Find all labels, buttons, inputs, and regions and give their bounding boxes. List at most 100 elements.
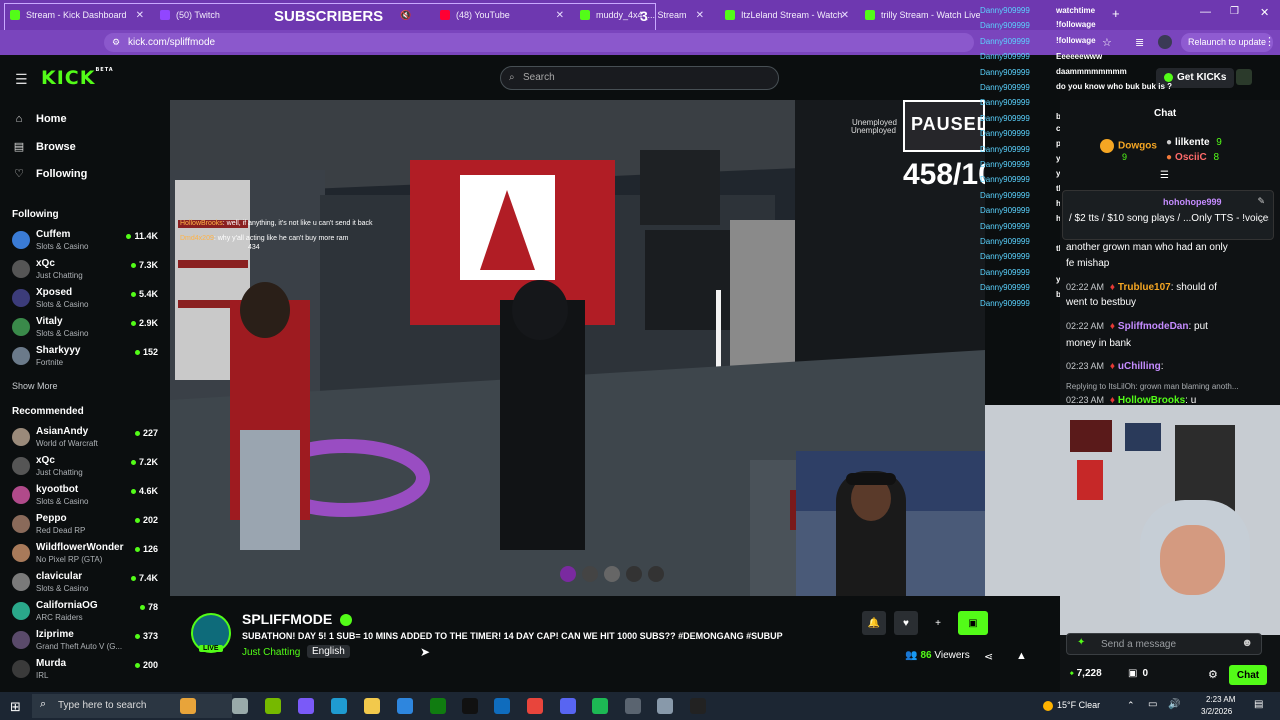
restore-window-icon[interactable]: ❐ [1230, 6, 1239, 17]
chat-text: money in bank [1066, 338, 1132, 349]
settings-icon[interactable] [625, 698, 641, 714]
report-icon[interactable]: ▲ [1016, 650, 1027, 662]
channel-viewers: 4.6K [131, 486, 158, 496]
notifications-icon[interactable]: ▤ [1254, 699, 1263, 710]
browser-menu-icon[interactable]: ⋮ [1264, 35, 1275, 48]
chat-username[interactable]: SpliffmodeDan [1118, 321, 1189, 332]
subscribe-button[interactable]: ▣ [958, 611, 988, 635]
kick-logo[interactable]: KICKBETA [41, 67, 114, 89]
search-input[interactable]: ⌕ Search [500, 66, 779, 90]
channel-name: Vitaly [36, 316, 63, 327]
sidebar-channel[interactable]: Vitaly Slots & Casino 2.9K [12, 315, 162, 341]
tiktok-icon[interactable] [462, 698, 478, 714]
bookmark-icon[interactable]: ☆ [1102, 36, 1112, 49]
overlay-chat-user: Danny909999 [980, 144, 1030, 154]
pin-icon[interactable]: ✎ [1257, 196, 1265, 207]
category-link[interactable]: Just Chatting [242, 647, 300, 658]
volume-icon[interactable]: 🔊 [1168, 699, 1180, 710]
nav-home[interactable]: ⌂ Home [12, 113, 67, 125]
sidebar-channel[interactable]: kyootbot Slots & Casino 4.6K [12, 483, 162, 509]
gift-count[interactable]: ▣ 0 [1128, 668, 1148, 679]
streamer-name[interactable]: SPLIFFMODE [242, 611, 353, 627]
overlay-chat-user: Danny909999 [980, 298, 1030, 308]
nav-following[interactable]: ♡ Following [12, 167, 87, 181]
emoji-icon[interactable]: ☻ [1241, 637, 1253, 649]
user-avatar[interactable] [1236, 69, 1252, 85]
task-view-icon[interactable] [232, 698, 248, 714]
tab-trilly[interactable]: trilly Stream - Watch Live [855, 4, 980, 26]
edge-icon[interactable] [331, 698, 347, 714]
sidebar-channel[interactable]: CaliforniaOG ARC Raiders 78 [12, 599, 162, 625]
menu-hamburger-icon[interactable]: ☰ [15, 71, 28, 88]
chat-settings-gear-icon[interactable]: ⚙ [1208, 668, 1218, 681]
sidebar-channel[interactable]: Peppo Red Dead RP 202 [12, 512, 162, 538]
copilot-icon[interactable] [298, 698, 314, 714]
chat-send-button[interactable]: Chat [1229, 665, 1267, 685]
clock-time[interactable]: 2:23 AM [1206, 695, 1235, 704]
minimize-window-icon[interactable]: — [1200, 6, 1211, 18]
sidebar-channel[interactable]: Xposed Slots & Casino 5.4K [12, 286, 162, 312]
follow-heart-button[interactable]: ♥ [894, 611, 918, 635]
xbox-icon[interactable] [430, 698, 446, 714]
clock-date[interactable]: 3/2/2026 [1201, 707, 1232, 716]
chrome-icon[interactable] [527, 698, 543, 714]
url-field[interactable]: ⚙ kick.com/spliffmode [104, 33, 974, 52]
photos-icon[interactable] [657, 698, 673, 714]
discord-icon[interactable] [560, 698, 576, 714]
profile-avatar[interactable] [1158, 35, 1172, 49]
chat-username[interactable]: Trublue107 [1118, 282, 1171, 293]
sidebar-channel[interactable]: Iziprime Grand Theft Auto V (G... 373 [12, 628, 162, 654]
site-info-icon[interactable]: ⚙ [112, 33, 120, 52]
store-icon[interactable] [397, 698, 413, 714]
tray-chevron-icon[interactable]: ⌃ [1127, 700, 1135, 711]
video-player[interactable]: HollowBrooks: well, if anything, it's no… [170, 100, 985, 596]
overlay-chat-message: watchtime [1056, 6, 1096, 15]
sidebar-channel[interactable]: WildflowerWonder No Pixel RP (GTA) 126 [12, 541, 162, 567]
pinned-message[interactable]: hohohope999 ✎ / $2 tts / $10 song plays … [1062, 190, 1274, 240]
chat-settings-icon[interactable]: ☰ [1160, 170, 1169, 181]
network-icon[interactable]: ▭ [1148, 699, 1157, 710]
taskbar-search[interactable]: ⌕ Type here to search [32, 694, 232, 718]
gift-sub-button[interactable]: + [926, 611, 950, 635]
spotify-icon[interactable] [592, 698, 608, 714]
show-more-link[interactable]: Show More [12, 381, 58, 391]
sidebar-channel[interactable]: xQc Just Chatting 7.3K [12, 257, 162, 283]
sidebar-channel[interactable]: xQc Just Chatting 7.2K [12, 454, 162, 480]
sidebar-channel[interactable]: AsianAndy World of Warcraft 227 [12, 425, 162, 451]
windows-start-icon[interactable]: ⊞ [10, 699, 21, 715]
sidebar-channel[interactable]: Murda IRL 200 [12, 657, 162, 683]
sidebar-channel[interactable]: Cuffem Slots & Casino 11.4K [12, 228, 162, 254]
close-tab-icon[interactable]: ✕ [696, 10, 704, 21]
weather-widget[interactable]: 15°F Clear [1043, 700, 1100, 711]
reading-list-icon[interactable]: ≣ [1135, 36, 1144, 49]
channel-viewers: 7.2K [131, 457, 158, 467]
chevron-down-icon[interactable]: ⌄ [1257, 215, 1265, 226]
heart-icon: ♡ [14, 168, 24, 180]
chat-username[interactable]: uChilling [1118, 361, 1161, 372]
close-tab-icon[interactable]: ✕ [841, 10, 849, 21]
slot-icon [626, 566, 642, 582]
file-explorer-icon[interactable] [364, 698, 380, 714]
channel-avatar [12, 486, 30, 504]
reply-context: Replying to ItsLilOh: grown man blaming … [1066, 382, 1239, 391]
language-tag[interactable]: English [307, 645, 350, 658]
notification-bell-button[interactable]: 🔔 [862, 611, 886, 635]
close-window-icon[interactable]: ✕ [1260, 6, 1269, 19]
channel-points[interactable]: ⬩ 7,228 [1070, 668, 1102, 679]
chat-input[interactable]: ✦ Send a message ☻ [1066, 633, 1262, 655]
relaunch-button[interactable]: Relaunch to update [1181, 33, 1274, 52]
channel-category: Grand Theft Auto V (G... [36, 642, 123, 651]
new-tab-icon[interactable]: + [1112, 6, 1120, 21]
gift-icon: ▣ [1128, 668, 1138, 679]
obs-icon[interactable] [690, 698, 706, 714]
nvidia-icon[interactable] [265, 698, 281, 714]
share-icon[interactable]: ⋖ [984, 650, 993, 663]
tab-itzleland[interactable]: ItzLeland Stream - Watch ✕ [715, 4, 855, 26]
widgets-icon[interactable] [180, 698, 196, 714]
sidebar-channel[interactable]: Sharkyyy Fortnite 152 [12, 344, 162, 370]
outlook-icon[interactable] [494, 698, 510, 714]
overlay-chat-user: Danny909999 [980, 83, 1030, 92]
slot-icon [604, 566, 620, 582]
nav-browse[interactable]: ▤ Browse [12, 140, 76, 154]
sidebar-channel[interactable]: clavicular Slots & Casino 7.4K [12, 570, 162, 596]
